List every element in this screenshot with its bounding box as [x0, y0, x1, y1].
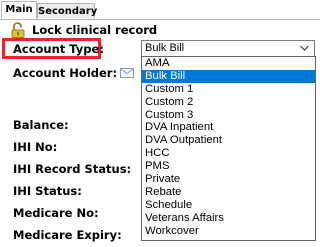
option-bulk-bill[interactable]: Bulk Bill: [142, 69, 315, 83]
option-dva-outpatient[interactable]: DVA Outpatient: [142, 134, 315, 147]
option-schedule[interactable]: Schedule: [142, 199, 315, 212]
tab-divider: [0, 19, 320, 20]
option-custom-2[interactable]: Custom 2: [142, 96, 315, 109]
medicare-expiry-label: Medicare Expiry:: [13, 228, 122, 242]
account-type-select[interactable]: Bulk Bill: [141, 40, 315, 57]
option-private[interactable]: Private: [142, 173, 315, 186]
option-workcover[interactable]: Workcover: [142, 225, 315, 238]
option-custom-1[interactable]: Custom 1: [142, 83, 315, 96]
envelope-icon[interactable]: [120, 68, 134, 78]
option-hcc[interactable]: HCC: [142, 147, 315, 160]
account-type-value: Bulk Bill: [145, 42, 185, 54]
option-rebate[interactable]: Rebate: [142, 186, 315, 199]
chevron-down-icon[interactable]: [299, 42, 310, 54]
tab-main[interactable]: Main: [1, 1, 37, 20]
option-pms[interactable]: PMS: [142, 160, 315, 173]
open-lock-icon[interactable]: [11, 22, 25, 38]
option-dva-inpatient[interactable]: DVA Inpatient: [142, 121, 315, 134]
balance-label: Balance:: [13, 118, 69, 132]
option-veterans-affairs[interactable]: Veterans Affairs: [142, 212, 315, 225]
ihi-no-label: IHI No:: [13, 140, 58, 154]
account-type-dropdown-list[interactable]: AMA Bulk Bill Custom 1 Custom 2 Custom 3…: [141, 56, 316, 241]
option-custom-3[interactable]: Custom 3: [142, 109, 315, 122]
option-ama[interactable]: AMA: [142, 57, 315, 70]
account-holder-label: Account Holder:: [13, 66, 118, 80]
medicare-no-label: Medicare No:: [13, 206, 99, 220]
tab-secondary[interactable]: Secondary: [37, 3, 97, 18]
account-type-label: Account Type:: [13, 42, 104, 56]
ihi-status-label: IHI Status:: [13, 184, 82, 198]
ihi-record-status-label: IHI Record Status:: [13, 162, 132, 176]
lock-clinical-record-label: Lock clinical record: [32, 23, 158, 37]
tab-strip: Main Secondary: [0, 0, 320, 20]
